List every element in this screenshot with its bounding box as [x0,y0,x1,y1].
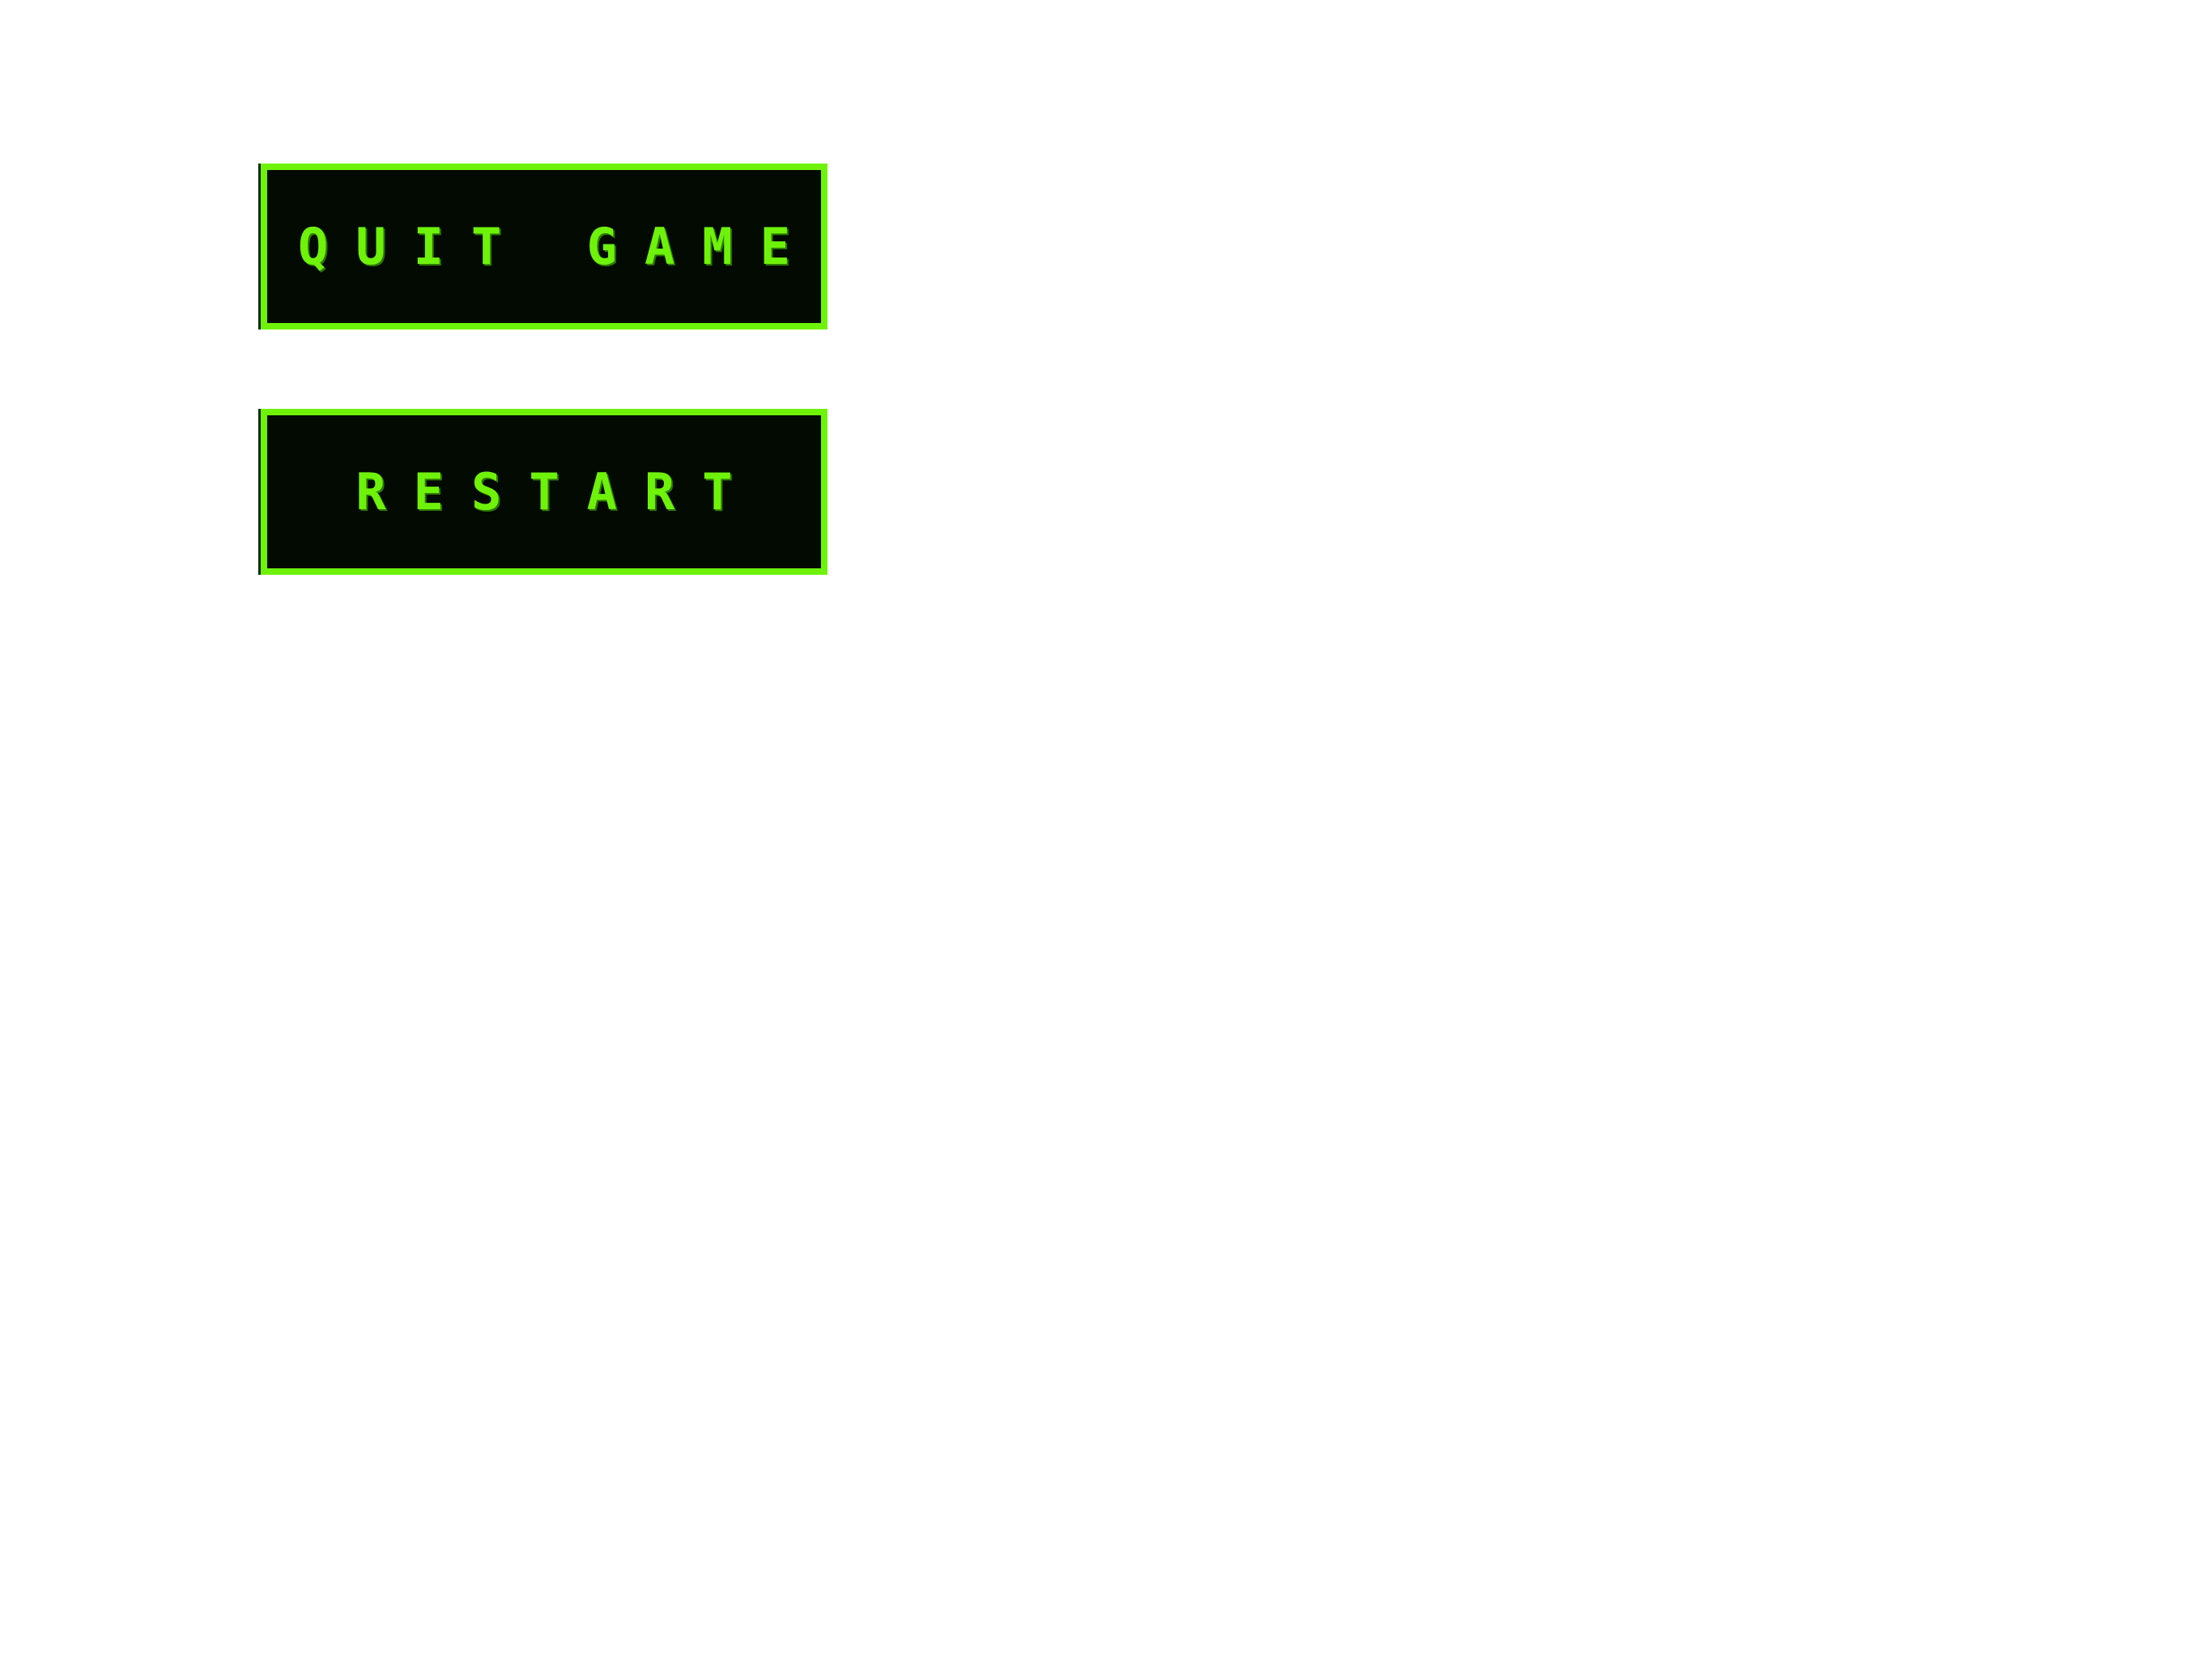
restart-button[interactable]: RESTART [261,409,827,575]
quit-game-label: QUIT GAME [298,216,818,276]
game-menu: QUIT GAME RESTART [261,164,827,654]
quit-game-button[interactable]: QUIT GAME [261,164,827,329]
restart-label: RESTART [355,461,760,521]
